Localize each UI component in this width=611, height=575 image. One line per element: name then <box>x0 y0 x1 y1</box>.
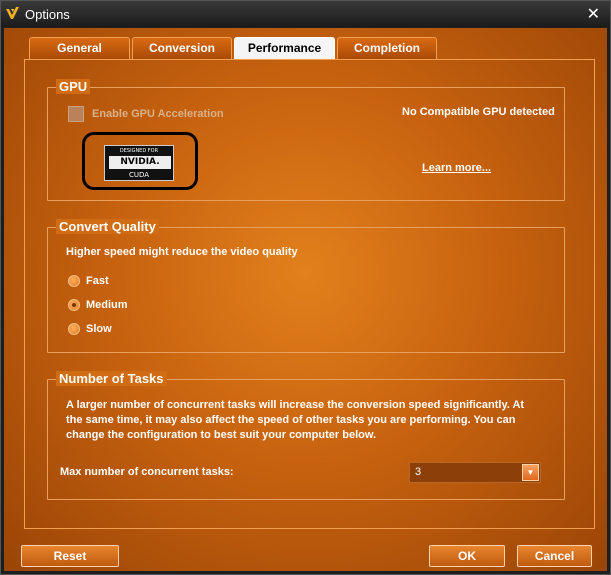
cancel-button-label: Cancel <box>534 549 575 563</box>
max-tasks-value: 3 <box>415 466 422 478</box>
tab-general[interactable]: General <box>29 37 130 59</box>
quality-fast-label[interactable]: Fast <box>86 275 109 287</box>
tasks-description-line-2: the same time, it may also affect the sp… <box>66 414 516 426</box>
quality-hint-text: Higher speed might reduce the video qual… <box>66 246 298 258</box>
tab-completion[interactable]: Completion <box>337 37 437 59</box>
ok-button[interactable]: OK <box>429 545 505 567</box>
performance-panel: GPU Enable GPU Acceleration No Compatibl… <box>24 59 595 529</box>
gpu-group: GPU Enable GPU Acceleration No Compatibl… <box>47 79 565 201</box>
tasks-description-line-1: A larger number of concurrent tasks will… <box>66 399 525 411</box>
nvidia-logo-highlight: DESIGNED FOR NVIDIA. CUDA <box>82 132 198 190</box>
enable-gpu-label: Enable GPU Acceleration <box>92 108 224 120</box>
enable-gpu-checkbox[interactable] <box>68 106 84 122</box>
chevron-down-icon[interactable]: ▼ <box>522 464 539 481</box>
number-of-tasks-group: Number of Tasks A larger number of concu… <box>47 371 565 500</box>
ok-button-label: OK <box>458 549 476 563</box>
reset-button[interactable]: Reset <box>21 545 119 567</box>
tab-general-label: General <box>57 41 102 55</box>
logo-designed-text: DESIGNED FOR <box>119 148 159 154</box>
app-logo-icon <box>6 7 19 19</box>
tab-performance-label: Performance <box>247 41 322 55</box>
convert-quality-group: Convert Quality Higher speed might reduc… <box>47 219 565 353</box>
dialog-body: General Conversion Performance Completio… <box>4 28 607 571</box>
convert-quality-title: Convert Quality <box>56 219 159 234</box>
quality-medium-label[interactable]: Medium <box>86 299 128 311</box>
reset-button-label: Reset <box>53 549 87 563</box>
logo-nvidia-text: NVIDIA. <box>109 156 171 169</box>
window-title: Options <box>25 7 70 22</box>
gpu-status-text: No Compatible GPU detected <box>402 106 555 118</box>
number-of-tasks-title: Number of Tasks <box>56 371 167 386</box>
options-window: Options ✕ General Conversion Performance… <box>0 0 611 575</box>
close-icon[interactable]: ✕ <box>587 4 600 24</box>
max-tasks-label: Max number of concurrent tasks: <box>60 466 234 478</box>
tab-conversion-label: Conversion <box>148 41 215 55</box>
tab-completion-label: Completion <box>354 41 420 55</box>
tab-conversion[interactable]: Conversion <box>132 37 232 59</box>
gpu-group-title: GPU <box>56 79 91 94</box>
learn-more-link[interactable]: Learn more... <box>422 162 491 174</box>
logo-cuda-text: CUDA <box>128 171 150 179</box>
quality-slow-radio[interactable] <box>68 323 80 335</box>
cancel-button[interactable]: Cancel <box>517 545 592 567</box>
max-tasks-select[interactable]: 3 ▼ <box>409 462 541 483</box>
title-bar[interactable]: Options ✕ <box>1 1 610 27</box>
quality-medium-radio[interactable] <box>68 299 80 311</box>
tab-performance[interactable]: Performance <box>234 37 335 59</box>
quality-fast-radio[interactable] <box>68 275 80 287</box>
nvidia-cuda-logo: DESIGNED FOR NVIDIA. CUDA <box>104 145 174 181</box>
quality-slow-label[interactable]: Slow <box>86 323 112 335</box>
tasks-description-line-3: change the configuration to best suit yo… <box>66 429 377 441</box>
